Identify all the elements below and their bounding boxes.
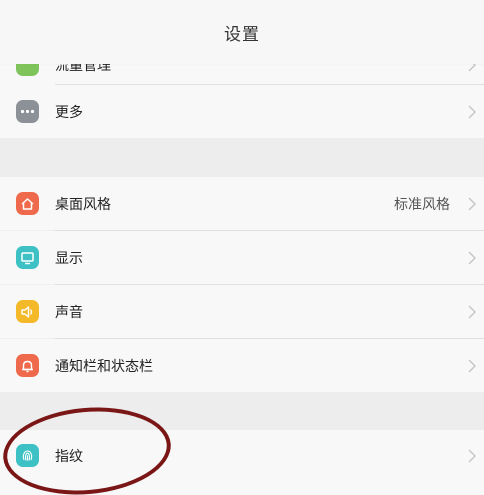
settings-row-more[interactable]: 更多: [0, 85, 484, 138]
row-label: 声音: [55, 304, 83, 321]
chevron-right-icon: [468, 105, 476, 118]
chevron-right-icon: [468, 449, 476, 463]
row-value: 标准风格: [394, 196, 450, 213]
display-icon: [16, 246, 39, 269]
page-title: 设置: [224, 24, 260, 45]
settings-row-sound[interactable]: 声音: [0, 285, 484, 338]
more-dots-icon: [16, 100, 39, 123]
row-label: 显示: [55, 250, 83, 267]
chevron-right-icon: [468, 251, 476, 264]
settings-row-display[interactable]: 显示: [0, 231, 484, 284]
title-bar: 设置: [0, 0, 484, 64]
settings-row-notification[interactable]: 通知栏和状态栏: [0, 339, 484, 392]
row-label: 更多: [55, 104, 83, 121]
chevron-right-icon: [468, 305, 476, 318]
row-label: 桌面风格: [55, 196, 111, 213]
chevron-right-icon: [468, 359, 476, 372]
section-gap: [0, 138, 484, 177]
speaker-icon: [16, 300, 39, 323]
home-icon: [16, 192, 39, 215]
row-label: 通知栏和状态栏: [55, 358, 153, 375]
settings-row-desktop-style[interactable]: 桌面风格 标准风格: [0, 177, 484, 230]
chevron-right-icon: [468, 197, 476, 210]
bell-icon: [16, 354, 39, 377]
